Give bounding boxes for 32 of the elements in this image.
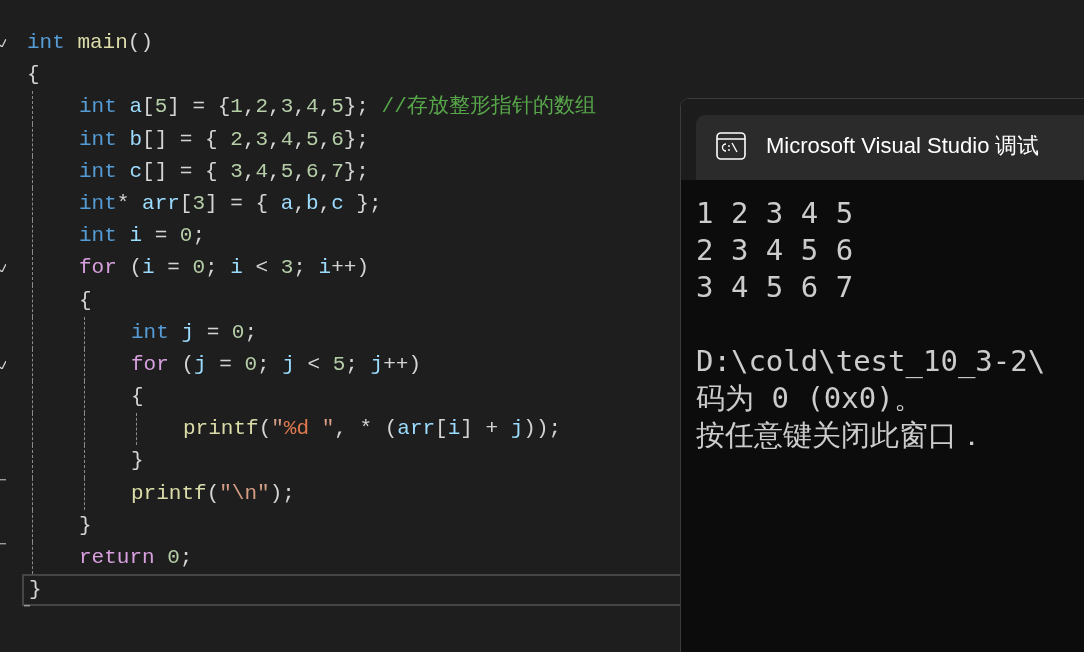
code-line: int b[] = { 2,3,4,5,6}; (79, 127, 369, 151)
fold-end-icon (0, 478, 6, 481)
code-line: { (131, 385, 144, 409)
fold-marker-icon[interactable] (0, 360, 6, 369)
console-line: 2 3 4 5 6 (696, 232, 855, 269)
console-line: 1 2 3 4 5 (696, 195, 855, 232)
code-line: int c[] = { 3,4,5,6,7}; (79, 159, 369, 183)
fold-end-icon (24, 605, 30, 608)
code-line: printf("%d ", * (arr[i] + j)); (183, 417, 562, 441)
fold-marker-icon[interactable] (0, 264, 6, 273)
fold-marker-icon[interactable] (0, 39, 6, 47)
code-line: } (79, 513, 92, 537)
console-tab[interactable]: Microsoft Visual Studio 调试 (696, 115, 1084, 180)
code-line: int j = 0; (131, 320, 258, 344)
code-line: for (j = 0; j < 5; j++) (131, 352, 421, 376)
code-line: } (29, 578, 42, 602)
console-line: 按任意键关闭此窗口． (696, 417, 987, 454)
code-line: for (i = 0; i < 3; i++) (79, 256, 369, 280)
code-line: int* arr[3] = { a,b,c }; (79, 191, 382, 215)
terminal-icon (716, 131, 746, 160)
console-line: 码为 0 (0x0)。 (696, 380, 924, 417)
code-line: int a[5] = {1,2,3,4,5}; //存放整形指针的数组 (79, 95, 596, 119)
window-title: Microsoft Visual Studio 调试 (766, 131, 1040, 160)
code-line: } (131, 449, 144, 473)
code-line: int i = 0; (79, 224, 206, 248)
code-line: int main() (27, 31, 154, 54)
code-line: return 0; (79, 546, 193, 569)
console-line: 3 4 5 6 7 (696, 269, 855, 306)
code-line: printf("\n"); (131, 481, 295, 505)
console-line: D:\cold\test_10_3-2\ (696, 343, 1047, 380)
code-line: { (79, 288, 92, 312)
code-line: { (27, 63, 40, 87)
